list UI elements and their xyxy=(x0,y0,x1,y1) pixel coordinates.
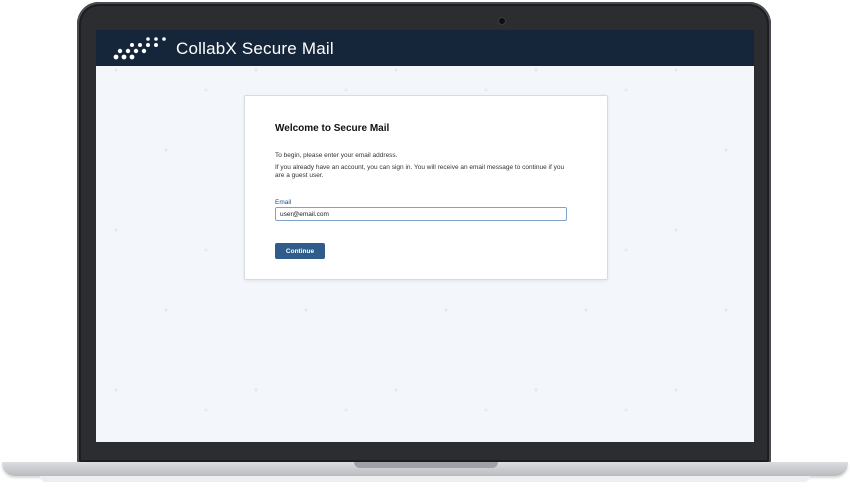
app-title: CollabX Secure Mail xyxy=(176,39,334,58)
dots-logo-icon xyxy=(113,37,166,60)
detail-text: If you already have an account, you can … xyxy=(275,164,565,179)
continue-button[interactable]: Continue xyxy=(275,243,325,259)
screen: CollabX Secure Mail Welcome to Secure Ma… xyxy=(96,30,754,442)
intro-text: To begin, please enter your email addres… xyxy=(275,152,398,159)
camera-icon xyxy=(499,18,505,24)
email-input[interactable] xyxy=(275,207,567,221)
welcome-card: Welcome to Secure Mail To begin, please … xyxy=(244,95,608,280)
laptop-shadow xyxy=(40,476,810,482)
laptop-notch xyxy=(354,462,498,468)
card-title: Welcome to Secure Mail xyxy=(275,123,390,134)
laptop-base xyxy=(2,462,848,476)
email-label: Email xyxy=(275,199,292,206)
app-header: CollabX Secure Mail xyxy=(96,30,754,66)
